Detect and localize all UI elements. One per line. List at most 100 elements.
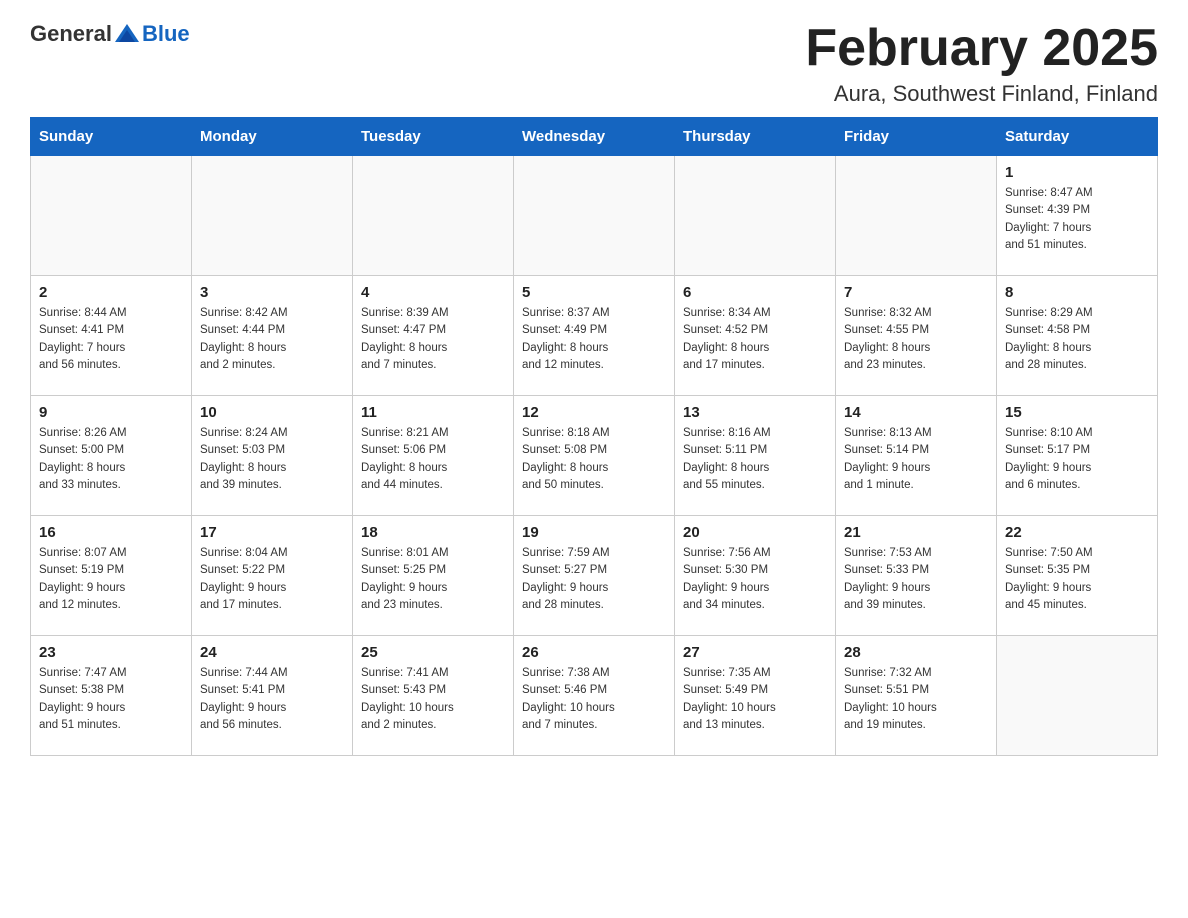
calendar-cell <box>997 636 1158 756</box>
page-header: General Blue February 2025 Aura, Southwe… <box>30 20 1158 107</box>
day-info: Sunrise: 8:01 AMSunset: 5:25 PMDaylight:… <box>361 545 505 614</box>
header-day-wednesday: Wednesday <box>514 118 675 156</box>
calendar-week-1: 1 Sunrise: 8:47 AMSunset: 4:39 PMDaylight… <box>31 156 1158 276</box>
title-block: February 2025 Aura, Southwest Finland, F… <box>805 20 1158 107</box>
day-number: 28 <box>844 644 988 661</box>
day-number: 24 <box>200 644 344 661</box>
calendar-cell: 2Sunrise: 8:44 AMSunset: 4:41 PMDaylight… <box>31 276 192 396</box>
logo-general-text: General <box>30 21 112 47</box>
day-info: Sunrise: 8:21 AMSunset: 5:06 PMDaylight:… <box>361 425 505 494</box>
day-number: 19 <box>522 524 666 541</box>
calendar-cell: 22 Sunrise: 7:50 AMSunset: 5:35 PMDayligh… <box>997 516 1158 636</box>
calendar-cell: 19 Sunrise: 7:59 AMSunset: 5:27 PMDayligh… <box>514 516 675 636</box>
day-number: 21 <box>844 524 988 541</box>
calendar-cell: 13 Sunrise: 8:16 AMSunset: 5:11 PMDayligh… <box>675 396 836 516</box>
day-number: 7 <box>844 284 988 301</box>
calendar-cell <box>31 156 192 276</box>
calendar-cell: 16 Sunrise: 8:07 AMSunset: 5:19 PMDayligh… <box>31 516 192 636</box>
calendar-table: SundayMondayTuesdayWednesdayThursdayFrid… <box>30 117 1158 756</box>
day-info: Sunrise: 8:34 AMSunset: 4:52 PMDaylight:… <box>683 305 827 374</box>
day-info: Sunrise: 8:04 AMSunset: 5:22 PMDaylight:… <box>200 545 344 614</box>
day-info: Sunrise: 8:07 AMSunset: 5:19 PMDaylight:… <box>39 545 183 614</box>
calendar-cell <box>353 156 514 276</box>
header-day-saturday: Saturday <box>997 118 1158 156</box>
day-info: Sunrise: 7:56 AMSunset: 5:30 PMDaylight:… <box>683 545 827 614</box>
calendar-cell: 20 Sunrise: 7:56 AMSunset: 5:30 PMDayligh… <box>675 516 836 636</box>
calendar-cell: 15Sunrise: 8:10 AMSunset: 5:17 PMDayligh… <box>997 396 1158 516</box>
day-info: Sunrise: 7:32 AMSunset: 5:51 PMDaylight:… <box>844 665 988 734</box>
header-day-tuesday: Tuesday <box>353 118 514 156</box>
calendar-cell: 27 Sunrise: 7:35 AMSunset: 5:49 PMDayligh… <box>675 636 836 756</box>
day-info: Sunrise: 8:47 AMSunset: 4:39 PMDaylight:… <box>1005 185 1149 254</box>
calendar-cell: 12 Sunrise: 8:18 AMSunset: 5:08 PMDayligh… <box>514 396 675 516</box>
calendar-cell: 8Sunrise: 8:29 AMSunset: 4:58 PMDaylight… <box>997 276 1158 396</box>
day-number: 16 <box>39 524 183 541</box>
day-number: 22 <box>1005 524 1149 541</box>
day-info: Sunrise: 7:47 AMSunset: 5:38 PMDaylight:… <box>39 665 183 734</box>
day-number: 23 <box>39 644 183 661</box>
day-number: 15 <box>1005 404 1149 421</box>
day-number: 4 <box>361 284 505 301</box>
calendar-cell: 24 Sunrise: 7:44 AMSunset: 5:41 PMDayligh… <box>192 636 353 756</box>
day-info: Sunrise: 8:26 AMSunset: 5:00 PMDaylight:… <box>39 425 183 494</box>
header-day-friday: Friday <box>836 118 997 156</box>
calendar-cell: 21 Sunrise: 7:53 AMSunset: 5:33 PMDayligh… <box>836 516 997 636</box>
main-title: February 2025 <box>805 20 1158 77</box>
day-number: 12 <box>522 404 666 421</box>
subtitle: Aura, Southwest Finland, Finland <box>805 81 1158 107</box>
calendar-week-2: 2Sunrise: 8:44 AMSunset: 4:41 PMDaylight… <box>31 276 1158 396</box>
day-info: Sunrise: 8:32 AMSunset: 4:55 PMDaylight:… <box>844 305 988 374</box>
calendar-week-5: 23 Sunrise: 7:47 AMSunset: 5:38 PMDayligh… <box>31 636 1158 756</box>
calendar-cell <box>675 156 836 276</box>
calendar-cell: 1 Sunrise: 8:47 AMSunset: 4:39 PMDaylight… <box>997 156 1158 276</box>
day-info: Sunrise: 8:16 AMSunset: 5:11 PMDaylight:… <box>683 425 827 494</box>
day-info: Sunrise: 8:44 AMSunset: 4:41 PMDaylight:… <box>39 305 183 374</box>
calendar-cell: 9 Sunrise: 8:26 AMSunset: 5:00 PMDaylight… <box>31 396 192 516</box>
calendar-cell: 10Sunrise: 8:24 AMSunset: 5:03 PMDayligh… <box>192 396 353 516</box>
calendar-header: SundayMondayTuesdayWednesdayThursdayFrid… <box>31 118 1158 156</box>
day-info: Sunrise: 7:53 AMSunset: 5:33 PMDaylight:… <box>844 545 988 614</box>
calendar-cell: 3 Sunrise: 8:42 AMSunset: 4:44 PMDaylight… <box>192 276 353 396</box>
calendar-cell <box>514 156 675 276</box>
logo: General Blue <box>30 20 190 48</box>
calendar-cell: 25 Sunrise: 7:41 AMSunset: 5:43 PMDayligh… <box>353 636 514 756</box>
day-number: 13 <box>683 404 827 421</box>
calendar-cell: 23 Sunrise: 7:47 AMSunset: 5:38 PMDayligh… <box>31 636 192 756</box>
day-info: Sunrise: 7:41 AMSunset: 5:43 PMDaylight:… <box>361 665 505 734</box>
day-number: 11 <box>361 404 505 421</box>
day-number: 1 <box>1005 164 1149 181</box>
calendar-week-4: 16 Sunrise: 8:07 AMSunset: 5:19 PMDayligh… <box>31 516 1158 636</box>
header-day-monday: Monday <box>192 118 353 156</box>
day-info: Sunrise: 8:42 AMSunset: 4:44 PMDaylight:… <box>200 305 344 374</box>
calendar-cell: 28 Sunrise: 7:32 AMSunset: 5:51 PMDayligh… <box>836 636 997 756</box>
calendar-cell: 26Sunrise: 7:38 AMSunset: 5:46 PMDayligh… <box>514 636 675 756</box>
day-number: 5 <box>522 284 666 301</box>
calendar-body: 1 Sunrise: 8:47 AMSunset: 4:39 PMDaylight… <box>31 156 1158 756</box>
day-number: 8 <box>1005 284 1149 301</box>
day-number: 14 <box>844 404 988 421</box>
day-number: 9 <box>39 404 183 421</box>
day-info: Sunrise: 7:59 AMSunset: 5:27 PMDaylight:… <box>522 545 666 614</box>
logo-blue-text: Blue <box>142 21 190 46</box>
calendar-cell <box>836 156 997 276</box>
day-info: Sunrise: 7:35 AMSunset: 5:49 PMDaylight:… <box>683 665 827 734</box>
day-info: Sunrise: 7:38 AMSunset: 5:46 PMDaylight:… <box>522 665 666 734</box>
day-info: Sunrise: 7:50 AMSunset: 5:35 PMDaylight:… <box>1005 545 1149 614</box>
day-number: 20 <box>683 524 827 541</box>
day-info: Sunrise: 8:39 AMSunset: 4:47 PMDaylight:… <box>361 305 505 374</box>
day-info: Sunrise: 8:18 AMSunset: 5:08 PMDaylight:… <box>522 425 666 494</box>
calendar-cell <box>192 156 353 276</box>
calendar-cell: 5Sunrise: 8:37 AMSunset: 4:49 PMDaylight… <box>514 276 675 396</box>
logo-icon <box>113 20 141 48</box>
header-day-sunday: Sunday <box>31 118 192 156</box>
calendar-cell: 11 Sunrise: 8:21 AMSunset: 5:06 PMDayligh… <box>353 396 514 516</box>
day-number: 27 <box>683 644 827 661</box>
calendar-cell: 6Sunrise: 8:34 AMSunset: 4:52 PMDaylight… <box>675 276 836 396</box>
day-info: Sunrise: 7:44 AMSunset: 5:41 PMDaylight:… <box>200 665 344 734</box>
header-day-thursday: Thursday <box>675 118 836 156</box>
day-number: 10 <box>200 404 344 421</box>
day-number: 17 <box>200 524 344 541</box>
day-number: 25 <box>361 644 505 661</box>
day-number: 3 <box>200 284 344 301</box>
calendar-cell: 4 Sunrise: 8:39 AMSunset: 4:47 PMDaylight… <box>353 276 514 396</box>
